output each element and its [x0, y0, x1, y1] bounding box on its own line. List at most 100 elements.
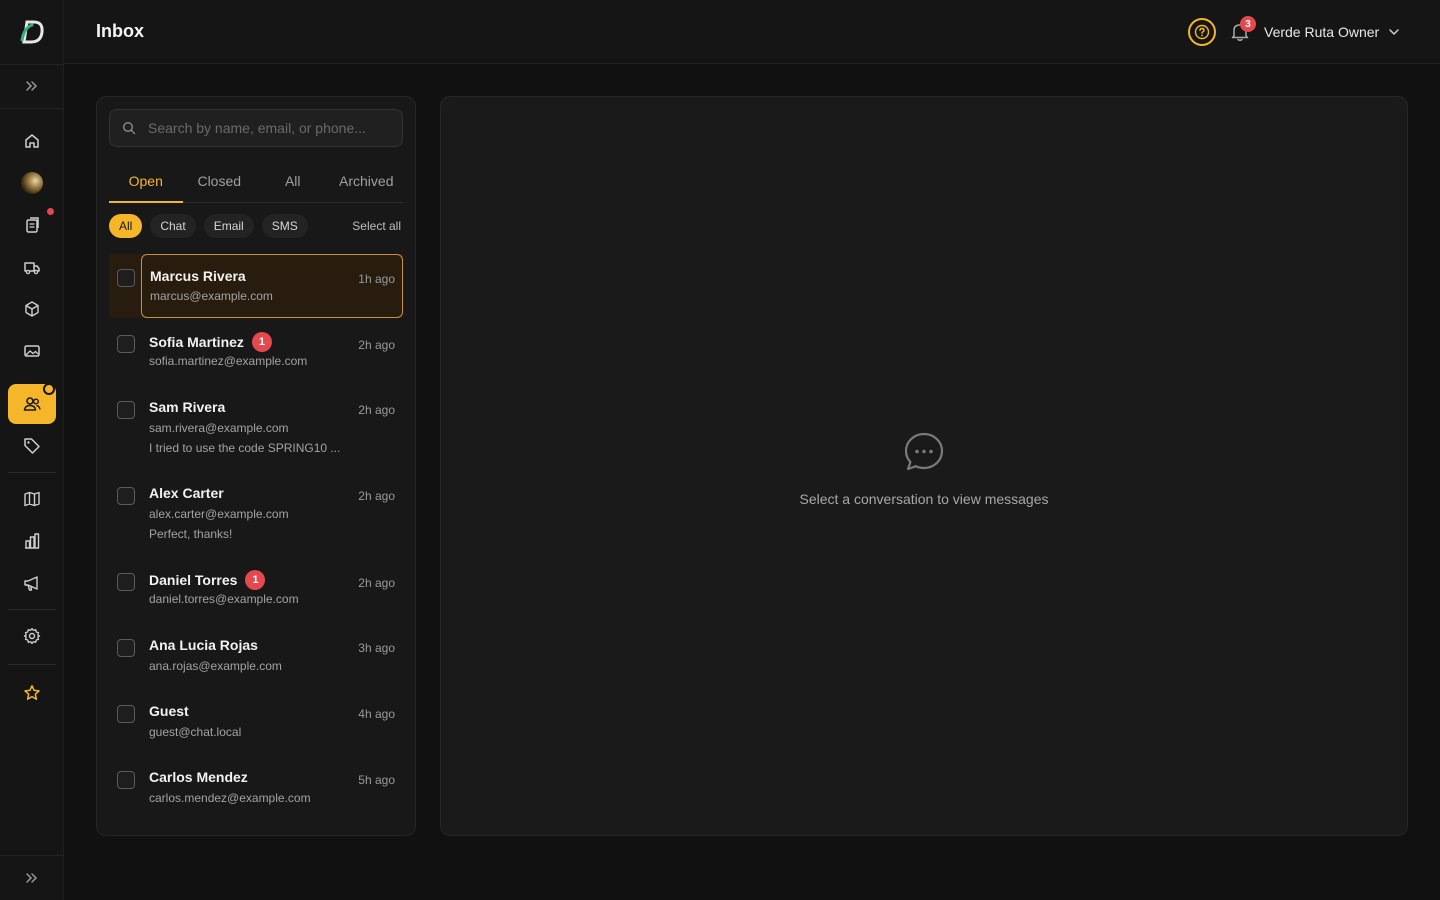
image-icon	[24, 345, 40, 357]
chevrons-right-icon	[26, 873, 38, 883]
search-icon	[122, 121, 136, 135]
user-name: Verde Ruta Owner	[1264, 24, 1380, 40]
conversation-row[interactable]: Ana Lucia Rojas ana.rojas@example.com 3h…	[109, 625, 403, 691]
conversation-row[interactable]: Alex Carter alex.carter@example.com Perf…	[109, 473, 403, 559]
delivery-truck-icon	[24, 262, 40, 275]
channel-filters: All Chat Email SMS Select all	[109, 214, 403, 238]
expand-sidebar-top-button[interactable]	[8, 66, 56, 106]
conversation-email: ana.rojas@example.com	[149, 659, 282, 673]
megaphone-icon	[24, 576, 38, 591]
conversation-email: guest@chat.local	[149, 725, 242, 739]
sidebar-item-marketing[interactable]	[8, 563, 56, 603]
notification-count-badge: 3	[1240, 16, 1256, 32]
conversation-checkbox[interactable]	[117, 487, 135, 505]
conversation-time: 2h ago	[358, 338, 395, 352]
sidebar-item-discounts[interactable]	[8, 426, 56, 466]
sidebar-item-home[interactable]	[8, 121, 56, 161]
conversation-time: 2h ago	[358, 576, 395, 590]
status-tabs: Open Closed All Archived	[109, 163, 403, 203]
conversation-time: 5h ago	[358, 773, 395, 787]
conversation-card	[141, 254, 403, 318]
conversation-email: carlos.mendez@example.com	[149, 791, 311, 805]
store-avatar	[21, 172, 43, 194]
unread-count-badge: 1	[251, 332, 272, 352]
tab-closed[interactable]: Closed	[183, 163, 257, 202]
conversation-name: Daniel Torres 1	[149, 570, 266, 590]
conversation-detail-panel: Select a conversation to view messages	[440, 96, 1408, 836]
conversation-email: alex.carter@example.com	[149, 507, 289, 521]
app-logo[interactable]	[0, 0, 64, 64]
conversation-time: 2h ago	[358, 489, 395, 503]
conversation-checkbox[interactable]	[117, 269, 135, 287]
tab-all[interactable]: All	[256, 163, 330, 202]
conversation-preview: Perfect, thanks!	[149, 527, 233, 541]
top-bar: Inbox 3 Verde Ruta Owner	[64, 0, 1440, 64]
chat-bubble-icon	[904, 432, 944, 471]
sidebar-item-guides[interactable]	[8, 479, 56, 519]
conversation-list-panel: Open Closed All Archived All Chat Email …	[96, 96, 416, 836]
conversation-checkbox[interactable]	[117, 639, 135, 657]
sidebar-item-store[interactable]	[8, 163, 56, 203]
select-all-button[interactable]: Select all	[352, 219, 403, 233]
search-input[interactable]	[148, 120, 388, 136]
conversation-row[interactable]: Marcus Rivera marcus@example.com 1h ago	[109, 254, 403, 318]
orders-icon	[26, 217, 39, 233]
conversation-time: 4h ago	[358, 707, 395, 721]
conversation-time: 2h ago	[358, 403, 395, 417]
chevron-down-icon	[1389, 29, 1399, 36]
tab-archived[interactable]: Archived	[330, 163, 404, 202]
help-icon	[1194, 24, 1210, 40]
expand-sidebar-bottom-button[interactable]	[8, 858, 56, 898]
conversation-row[interactable]: Sam Rivera sam.rivera@example.com I trie…	[109, 387, 403, 473]
conversation-checkbox[interactable]	[117, 771, 135, 789]
package-icon	[25, 301, 39, 317]
channel-filter-all[interactable]: All	[109, 214, 143, 238]
sidebar-item-products[interactable]	[8, 289, 56, 329]
channel-filter-chat[interactable]: Chat	[150, 214, 196, 238]
sidebar-item-media[interactable]	[8, 331, 56, 371]
empty-state: Select a conversation to view messages	[441, 431, 1407, 507]
conversation-checkbox[interactable]	[117, 335, 135, 353]
sidebar	[0, 0, 64, 900]
conversation-name: Ana Lucia Rojas	[149, 637, 258, 653]
conversation-name: Marcus Rivera	[150, 268, 246, 284]
sidebar-item-favorites[interactable]	[8, 673, 56, 713]
user-menu[interactable]: Verde Ruta Owner	[1264, 22, 1401, 42]
orders-notification-dot	[47, 208, 54, 215]
conversation-name: Guest	[149, 703, 189, 719]
conversation-email: daniel.torres@example.com	[149, 592, 299, 606]
map-icon	[24, 491, 40, 507]
conversation-list: Marcus Rivera marcus@example.com 1h ago …	[109, 254, 403, 823]
sidebar-item-delivery[interactable]	[8, 247, 56, 287]
star-icon	[24, 685, 40, 700]
conversation-email: sam.rivera@example.com	[149, 421, 289, 435]
conversation-email: sofia.martinez@example.com	[149, 354, 308, 368]
conversation-checkbox[interactable]	[117, 705, 135, 723]
sidebar-item-analytics[interactable]	[8, 521, 56, 561]
conversation-name: Carlos Mendez	[149, 769, 248, 785]
help-button[interactable]	[1188, 18, 1216, 46]
tab-open[interactable]: Open	[109, 163, 183, 203]
conversation-row[interactable]: Sofia Martinez 1 sofia.martinez@example.…	[109, 321, 403, 387]
unread-count-badge: 1	[245, 570, 266, 590]
conversation-row[interactable]: Guest guest@chat.local 4h ago	[109, 691, 403, 757]
conversation-checkbox[interactable]	[117, 401, 135, 419]
analytics-icon	[25, 533, 40, 549]
empty-state-message: Select a conversation to view messages	[799, 491, 1049, 507]
channel-filter-sms[interactable]: SMS	[261, 214, 308, 238]
conversation-name: Alex Carter	[149, 485, 224, 501]
chevrons-right-icon	[26, 81, 38, 91]
conversation-time: 1h ago	[358, 272, 395, 286]
conversation-time: 3h ago	[358, 641, 395, 655]
home-icon	[25, 134, 39, 148]
conversation-name: Sam Rivera	[149, 399, 226, 415]
channel-filter-email[interactable]: Email	[203, 214, 254, 238]
conversation-checkbox[interactable]	[117, 573, 135, 591]
customers-notification-dot	[43, 383, 55, 395]
conversation-name: Sofia Martinez 1	[149, 332, 272, 352]
conversation-row[interactable]: Carlos Mendez carlos.mendez@example.com …	[109, 757, 403, 823]
conversation-row[interactable]: Daniel Torres 1 daniel.torres@example.co…	[109, 559, 403, 625]
conversation-email: marcus@example.com	[150, 289, 273, 303]
logo-icon	[20, 20, 44, 44]
sidebar-item-settings[interactable]	[8, 616, 56, 656]
